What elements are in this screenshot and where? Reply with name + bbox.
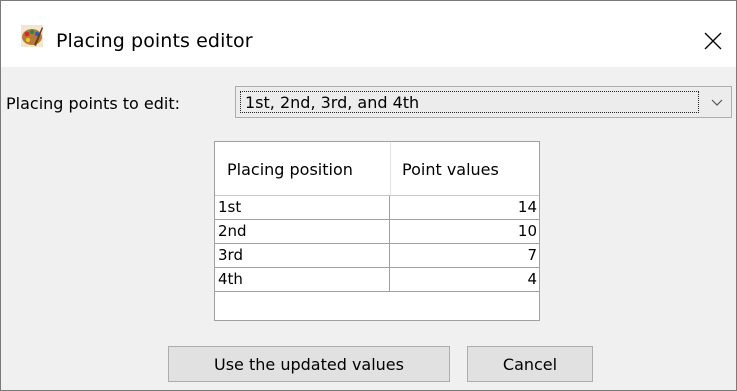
placing-points-editor-window: Placing points editor Placing points to … — [0, 0, 737, 391]
close-icon — [704, 32, 722, 50]
table-row: 2nd 10 — [215, 220, 539, 244]
paint-palette-icon — [21, 25, 43, 47]
placing-position-cell[interactable]: 3rd — [215, 244, 390, 267]
editor-content: Placing points to edit: 1st, 2nd, 3rd, a… — [1, 67, 736, 390]
close-button[interactable] — [691, 19, 735, 63]
table-row: 1st 14 — [215, 196, 539, 220]
placing-position-cell[interactable]: 1st — [215, 196, 390, 219]
chevron-down-icon — [709, 95, 725, 111]
placing-position-cell[interactable]: 4th — [215, 268, 390, 291]
placing-position-cell[interactable]: 2nd — [215, 220, 390, 243]
dropdown-selected-value: 1st, 2nd, 3rd, and 4th — [245, 93, 420, 112]
cancel-button[interactable]: Cancel — [467, 346, 593, 382]
column-header-placing-position[interactable]: Placing position — [215, 142, 390, 196]
placing-points-table: Placing position Point values 1st 14 2nd… — [214, 141, 540, 321]
table-header: Placing position Point values — [215, 142, 539, 196]
point-value-cell[interactable]: 7 — [390, 244, 539, 267]
point-value-cell[interactable]: 14 — [390, 196, 539, 219]
point-value-cell[interactable]: 10 — [390, 220, 539, 243]
table-row: 4th 4 — [215, 268, 539, 292]
placing-points-label: Placing points to edit: — [6, 94, 181, 113]
table-row: 3rd 7 — [215, 244, 539, 268]
window-title: Placing points editor — [56, 30, 253, 52]
placing-points-dropdown[interactable]: 1st, 2nd, 3rd, and 4th — [235, 86, 732, 118]
column-header-point-values[interactable]: Point values — [390, 142, 539, 196]
title-bar: Placing points editor — [1, 1, 736, 67]
use-updated-values-button[interactable]: Use the updated values — [168, 346, 450, 382]
point-value-cell[interactable]: 4 — [390, 268, 539, 291]
